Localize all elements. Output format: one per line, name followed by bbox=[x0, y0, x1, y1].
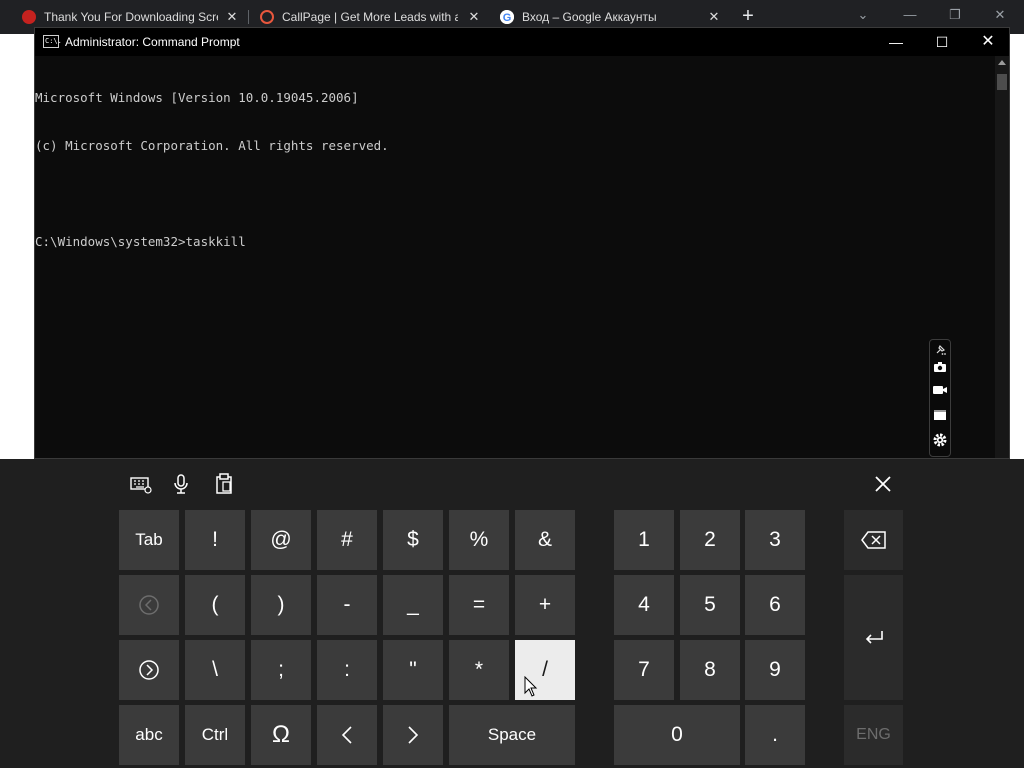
tab-title: CallPage | Get More Leads with a bbox=[282, 10, 458, 24]
new-tab-button[interactable]: + bbox=[738, 6, 758, 26]
key-2[interactable]: 2 bbox=[680, 510, 740, 570]
close-keyboard-icon[interactable] bbox=[870, 471, 896, 497]
key-language[interactable]: ENG bbox=[844, 705, 903, 765]
key-at[interactable]: @ bbox=[251, 510, 311, 570]
key-4[interactable]: 4 bbox=[614, 575, 674, 635]
browser-page-right-edge bbox=[1010, 34, 1024, 459]
key-dollar[interactable]: $ bbox=[383, 510, 443, 570]
key-next-page[interactable] bbox=[119, 640, 179, 700]
console-line: Microsoft Windows [Version 10.0.19045.20… bbox=[35, 90, 359, 105]
clipboard-icon[interactable] bbox=[211, 471, 237, 497]
key-tab[interactable]: Tab bbox=[119, 510, 179, 570]
key-double-quote[interactable]: " bbox=[383, 640, 443, 700]
key-6[interactable]: 6 bbox=[745, 575, 805, 635]
key-percent[interactable]: % bbox=[449, 510, 509, 570]
key-colon[interactable]: : bbox=[317, 640, 377, 700]
cmd-icon-text: C:\. bbox=[45, 37, 62, 45]
console-prompt-line: C:\Windows\system32>taskkill bbox=[35, 234, 246, 249]
previous-page-icon bbox=[139, 595, 159, 615]
key-equals[interactable]: = bbox=[449, 575, 509, 635]
red-circle-icon bbox=[22, 10, 36, 24]
backspace-icon bbox=[860, 531, 886, 549]
key-enter[interactable] bbox=[844, 575, 903, 700]
browser-page-left-edge bbox=[0, 34, 34, 459]
pin-icon[interactable] bbox=[932, 342, 948, 358]
key-8[interactable]: 8 bbox=[680, 640, 740, 700]
cmd-titlebar[interactable]: C:\. Administrator: Command Prompt — ☐ ✕ bbox=[35, 28, 1009, 56]
enter-icon bbox=[865, 630, 883, 644]
key-ampersand[interactable]: & bbox=[515, 510, 575, 570]
cmd-console-output[interactable]: Microsoft Windows [Version 10.0.19045.20… bbox=[35, 58, 995, 458]
key-asterisk[interactable]: * bbox=[449, 640, 509, 700]
back-arrow-icon[interactable] bbox=[10, 42, 30, 62]
close-tab-icon[interactable]: ✕ bbox=[706, 9, 722, 25]
camera-icon[interactable] bbox=[932, 359, 948, 375]
gear-icon[interactable] bbox=[932, 432, 948, 448]
key-abc[interactable]: abc bbox=[119, 705, 179, 765]
key-hash[interactable]: # bbox=[317, 510, 377, 570]
chevron-left-icon bbox=[341, 726, 352, 744]
key-backslash[interactable]: \ bbox=[185, 640, 245, 700]
key-ctrl[interactable]: Ctrl bbox=[185, 705, 245, 765]
key-1[interactable]: 1 bbox=[614, 510, 674, 570]
command-prompt-window[interactable]: C:\. Administrator: Command Prompt — ☐ ✕… bbox=[34, 27, 1010, 459]
console-line: (c) Microsoft Corporation. All rights re… bbox=[35, 138, 389, 153]
key-omega[interactable]: Ω bbox=[251, 705, 311, 765]
key-minus[interactable]: - bbox=[317, 575, 377, 635]
tab-title: Thank You For Downloading Scre bbox=[44, 10, 218, 24]
cmd-window-title: Administrator: Command Prompt bbox=[65, 35, 240, 49]
video-icon[interactable] bbox=[932, 382, 948, 398]
key-plus[interactable]: + bbox=[515, 575, 575, 635]
google-icon: G bbox=[500, 10, 514, 24]
cmd-maximize-button[interactable]: ☐ bbox=[919, 28, 965, 56]
key-9[interactable]: 9 bbox=[745, 640, 805, 700]
restore-icon[interactable]: ❐ bbox=[940, 4, 970, 26]
key-7[interactable]: 7 bbox=[614, 640, 674, 700]
key-exclamation[interactable]: ! bbox=[185, 510, 245, 570]
scroll-up-arrow-icon[interactable] bbox=[998, 60, 1006, 65]
microphone-icon[interactable] bbox=[168, 471, 194, 497]
callpage-icon bbox=[260, 10, 274, 24]
key-space[interactable]: Space bbox=[449, 705, 575, 765]
chevron-right-icon bbox=[408, 726, 419, 744]
window-icon[interactable] bbox=[932, 407, 948, 423]
tab-title: Вход – Google Аккаунты bbox=[522, 10, 657, 24]
capture-toolbar bbox=[929, 339, 951, 457]
key-0[interactable]: 0 bbox=[614, 705, 740, 765]
google-g-icon: G bbox=[500, 10, 514, 24]
key-semicolon[interactable]: ; bbox=[251, 640, 311, 700]
key-period[interactable]: . bbox=[745, 705, 805, 765]
key-right-paren[interactable]: ) bbox=[251, 575, 311, 635]
minimize-icon[interactable]: — bbox=[895, 4, 925, 26]
scroll-thumb[interactable] bbox=[997, 74, 1007, 90]
key-backspace[interactable] bbox=[844, 510, 903, 570]
key-5[interactable]: 5 bbox=[680, 575, 740, 635]
tab-search-icon[interactable]: ⌄ bbox=[848, 4, 878, 26]
cmd-close-button[interactable]: ✕ bbox=[965, 28, 1011, 56]
mouse-cursor-icon bbox=[524, 676, 538, 697]
key-previous-page[interactable] bbox=[119, 575, 179, 635]
key-underscore[interactable]: _ bbox=[383, 575, 443, 635]
close-window-icon[interactable]: ✕ bbox=[985, 4, 1015, 26]
key-left-paren[interactable]: ( bbox=[185, 575, 245, 635]
svg-text:G: G bbox=[503, 12, 512, 24]
key-3[interactable]: 3 bbox=[745, 510, 805, 570]
key-arrow-left[interactable] bbox=[317, 705, 377, 765]
keyboard-settings-icon[interactable] bbox=[128, 471, 154, 497]
cmd-scrollbar[interactable] bbox=[995, 56, 1009, 458]
cmd-minimize-button[interactable]: — bbox=[873, 28, 919, 56]
next-page-icon bbox=[139, 660, 159, 680]
key-arrow-right[interactable] bbox=[383, 705, 443, 765]
cmd-app-icon: C:\. bbox=[43, 35, 62, 48]
